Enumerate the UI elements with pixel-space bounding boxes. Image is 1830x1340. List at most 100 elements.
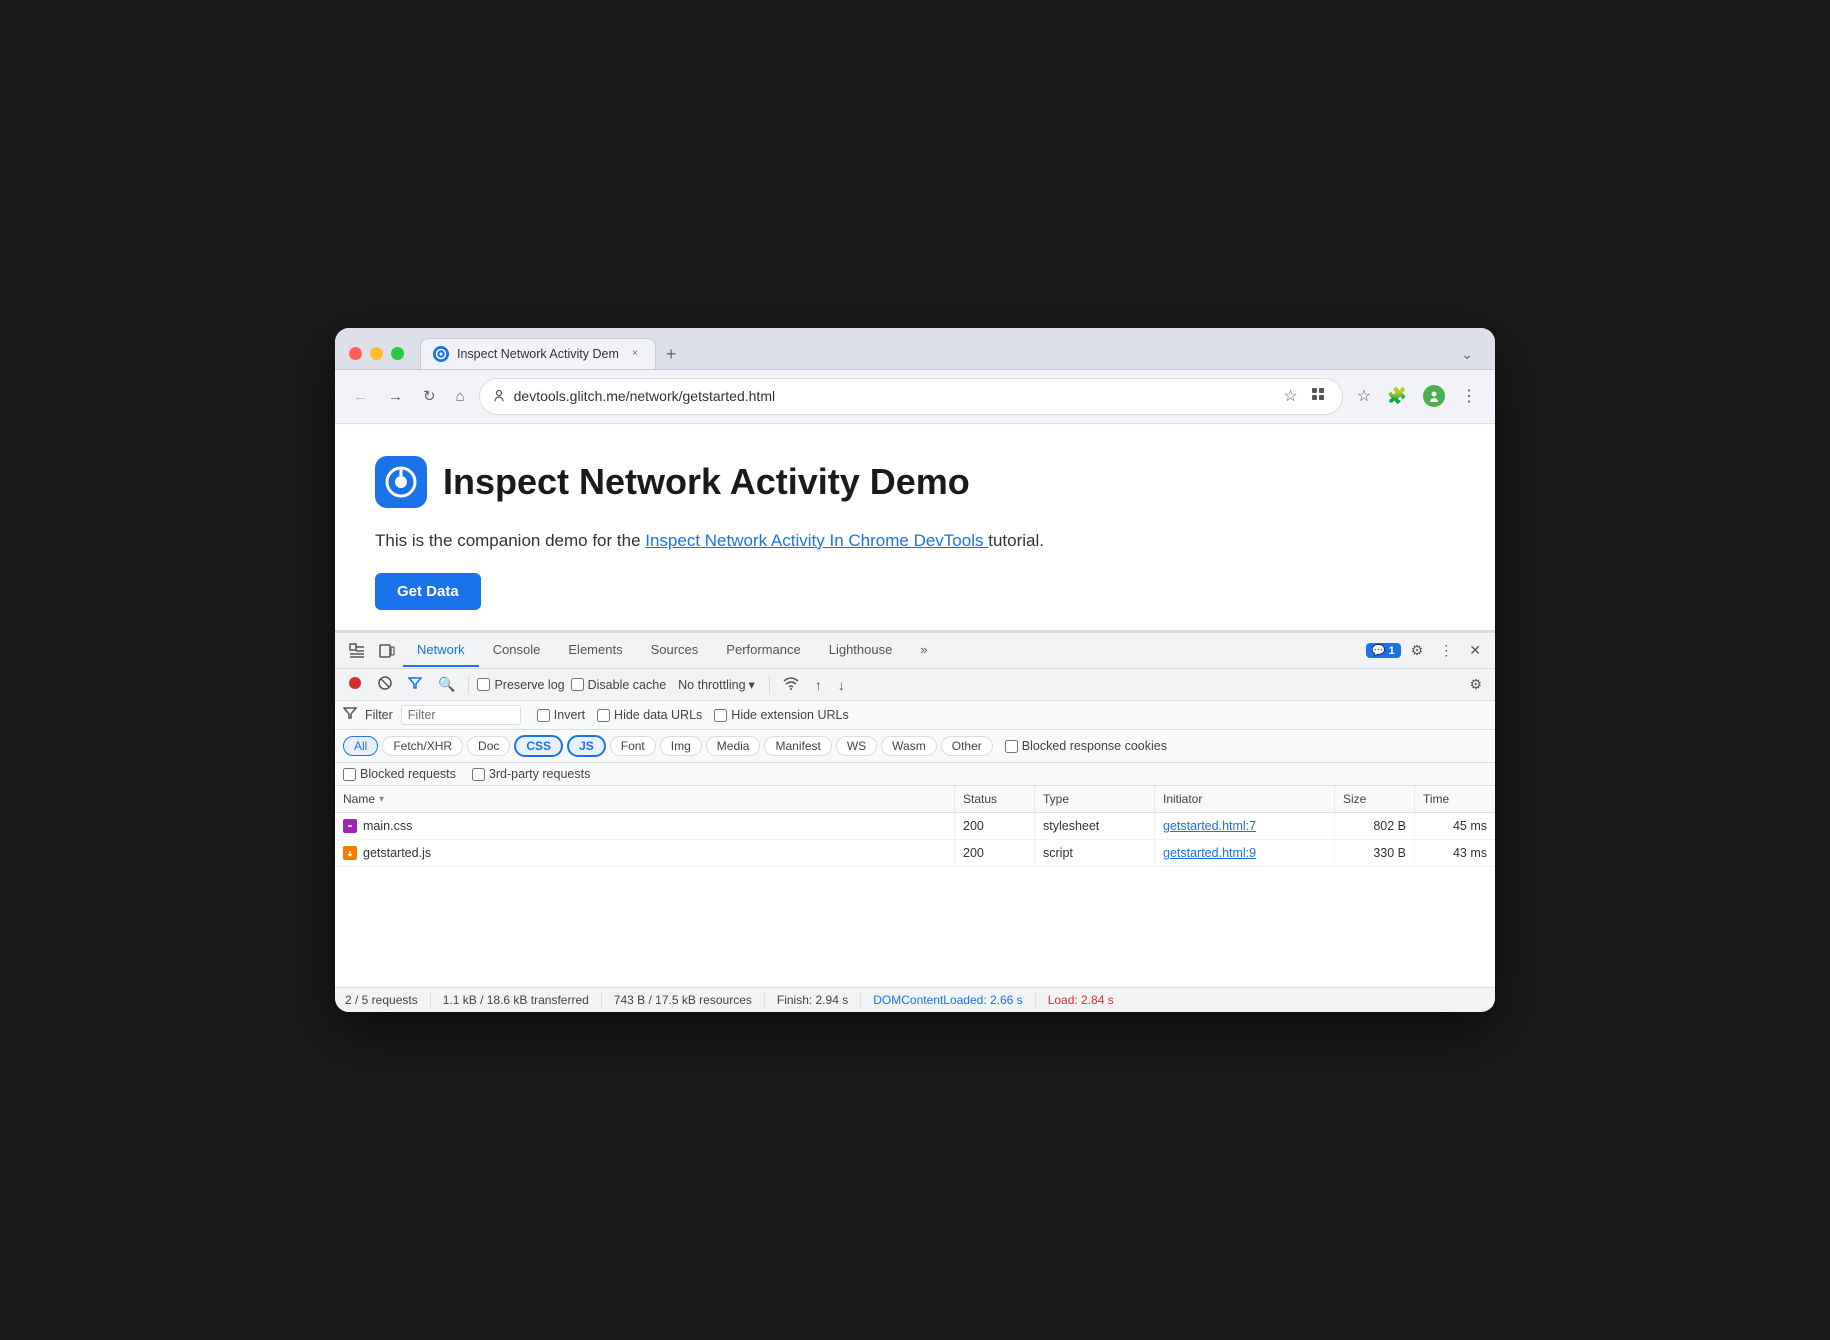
blocked-requests-checkbox[interactable] xyxy=(343,768,356,781)
type-pill-media[interactable]: Media xyxy=(706,736,761,756)
blocked-response-cookies-checkbox[interactable] xyxy=(1005,740,1018,753)
get-data-button[interactable]: Get Data xyxy=(375,573,481,610)
disable-cache-text: Disable cache xyxy=(588,678,667,692)
devtools-device-button[interactable] xyxy=(373,639,401,663)
invert-text: Invert xyxy=(554,708,585,722)
download-button[interactable]: ↓ xyxy=(833,674,850,696)
tab-lighthouse[interactable]: Lighthouse xyxy=(815,634,907,667)
third-party-requests-checkbox[interactable] xyxy=(472,768,485,781)
page-content: Inspect Network Activity Demo This is th… xyxy=(335,424,1495,632)
th-size-label: Size xyxy=(1343,792,1366,806)
toolbar-divider-1 xyxy=(468,676,469,694)
filename-css: main.css xyxy=(363,819,412,833)
clear-button[interactable] xyxy=(373,673,397,696)
upload-button[interactable]: ↑ xyxy=(810,674,827,696)
hide-data-urls-label[interactable]: Hide data URLs xyxy=(597,708,702,722)
type-pill-wasm[interactable]: Wasm xyxy=(881,736,937,756)
tab-network[interactable]: Network xyxy=(403,634,479,667)
type-pill-doc[interactable]: Doc xyxy=(467,736,510,756)
type-pill-font[interactable]: Font xyxy=(610,736,656,756)
tab-close-button[interactable]: × xyxy=(627,346,643,362)
devtools-settings-button[interactable]: ⚙ xyxy=(1405,638,1430,663)
tab-overflow-chevron[interactable]: ⌄ xyxy=(1453,340,1481,369)
tab-elements[interactable]: Elements xyxy=(554,634,636,667)
hide-extension-urls-label[interactable]: Hide extension URLs xyxy=(714,708,848,722)
hide-data-urls-checkbox[interactable] xyxy=(597,709,610,722)
tab-sources[interactable]: Sources xyxy=(637,634,713,667)
invert-checkbox[interactable] xyxy=(537,709,550,722)
traffic-lights xyxy=(349,347,404,360)
type-pill-other[interactable]: Other xyxy=(941,736,993,756)
table-row[interactable]: getstarted.js 200 script getstarted.html… xyxy=(335,840,1495,867)
th-type: Type xyxy=(1035,786,1155,812)
status-dom-content-loaded: DOMContentLoaded: 2.66 s xyxy=(861,993,1035,1007)
type-pill-all[interactable]: All xyxy=(343,736,378,756)
network-settings-button[interactable]: ⚙ xyxy=(1464,673,1487,696)
forward-button[interactable]: → xyxy=(382,384,409,409)
bookmark-star-button[interactable]: ☆ xyxy=(1351,381,1377,411)
bookmark-button[interactable]: ☆ xyxy=(1279,384,1301,408)
wifi-icon-button[interactable] xyxy=(778,673,804,696)
record-button[interactable] xyxy=(343,673,367,696)
extra-filters-row: Blocked requests 3rd-party requests xyxy=(335,763,1495,786)
profile-button[interactable] xyxy=(1417,380,1451,412)
status-load: Load: 2.84 s xyxy=(1036,993,1126,1007)
initiator-link-js[interactable]: getstarted.html:9 xyxy=(1163,846,1256,860)
filter-input[interactable] xyxy=(401,705,521,725)
preserve-log-label[interactable]: Preserve log xyxy=(477,678,564,692)
disable-cache-checkbox[interactable] xyxy=(571,678,584,691)
td-name-css: main.css xyxy=(335,813,955,839)
third-party-requests-label[interactable]: 3rd-party requests xyxy=(472,767,590,781)
active-browser-tab[interactable]: Inspect Network Activity Dem × xyxy=(420,338,656,369)
type-pill-fetch-xhr[interactable]: Fetch/XHR xyxy=(382,736,463,756)
blocked-response-cookies-label[interactable]: Blocked response cookies xyxy=(1005,739,1167,753)
th-time: Time xyxy=(1415,786,1495,812)
type-pill-css[interactable]: CSS xyxy=(514,735,563,757)
devtools-close-button[interactable]: ✕ xyxy=(1463,638,1487,663)
type-pill-js[interactable]: JS xyxy=(567,735,606,757)
tab-performance[interactable]: Performance xyxy=(712,634,814,667)
table-row[interactable]: main.css 200 stylesheet getstarted.html:… xyxy=(335,813,1495,840)
type-filters: All Fetch/XHR Doc CSS JS Font Img Media … xyxy=(335,730,1495,763)
disable-cache-label[interactable]: Disable cache xyxy=(571,678,667,692)
browser-more-button[interactable]: ⋮ xyxy=(1455,381,1483,411)
filter-icon xyxy=(343,706,357,725)
new-tab-button[interactable]: + xyxy=(658,339,685,369)
type-pill-manifest[interactable]: Manifest xyxy=(764,736,831,756)
devtools-tutorial-link[interactable]: Inspect Network Activity In Chrome DevTo… xyxy=(645,531,988,550)
browser-window: Inspect Network Activity Dem × + ⌄ ← → ↻… xyxy=(335,328,1495,1013)
th-initiator: Initiator xyxy=(1155,786,1335,812)
devtools-inspect-button[interactable] xyxy=(343,639,371,663)
minimize-traffic-light[interactable] xyxy=(370,347,383,360)
throttle-select[interactable]: No throttling ▾ xyxy=(672,674,761,695)
filename-js: getstarted.js xyxy=(363,846,431,860)
hide-extension-urls-checkbox[interactable] xyxy=(714,709,727,722)
preserve-log-checkbox[interactable] xyxy=(477,678,490,691)
table-empty-space xyxy=(335,867,1495,987)
back-button[interactable]: ← xyxy=(347,384,374,409)
type-pill-ws[interactable]: WS xyxy=(836,736,877,756)
th-name-label: Name xyxy=(343,792,375,806)
url-display: devtools.glitch.me/network/getstarted.ht… xyxy=(514,388,1272,404)
maximize-traffic-light[interactable] xyxy=(391,347,404,360)
filter-toggle-button[interactable] xyxy=(403,673,427,696)
extensions-button[interactable] xyxy=(1306,384,1330,409)
invert-label[interactable]: Invert xyxy=(537,708,585,722)
close-traffic-light[interactable] xyxy=(349,347,362,360)
reload-button[interactable]: ↻ xyxy=(417,383,442,409)
hide-extension-urls-text: Hide extension URLs xyxy=(731,708,848,722)
devtools-more-button[interactable]: ⋮ xyxy=(1433,638,1459,663)
td-status-js: 200 xyxy=(955,840,1035,866)
search-button[interactable]: 🔍 xyxy=(433,673,460,696)
hide-data-urls-text: Hide data URLs xyxy=(614,708,702,722)
tab-more[interactable]: » xyxy=(906,634,941,667)
type-pill-img[interactable]: Img xyxy=(660,736,702,756)
td-type-js: script xyxy=(1035,840,1155,866)
blocked-requests-label[interactable]: Blocked requests xyxy=(343,767,456,781)
extension-puzzle-button[interactable]: 🧩 xyxy=(1381,381,1413,411)
initiator-link-css[interactable]: getstarted.html:7 xyxy=(1163,819,1256,833)
tab-console[interactable]: Console xyxy=(479,634,555,667)
address-bar[interactable]: devtools.glitch.me/network/getstarted.ht… xyxy=(479,378,1343,415)
home-button[interactable]: ⌂ xyxy=(450,384,471,409)
network-toolbar: 🔍 Preserve log Disable cache No throttli… xyxy=(335,669,1495,701)
